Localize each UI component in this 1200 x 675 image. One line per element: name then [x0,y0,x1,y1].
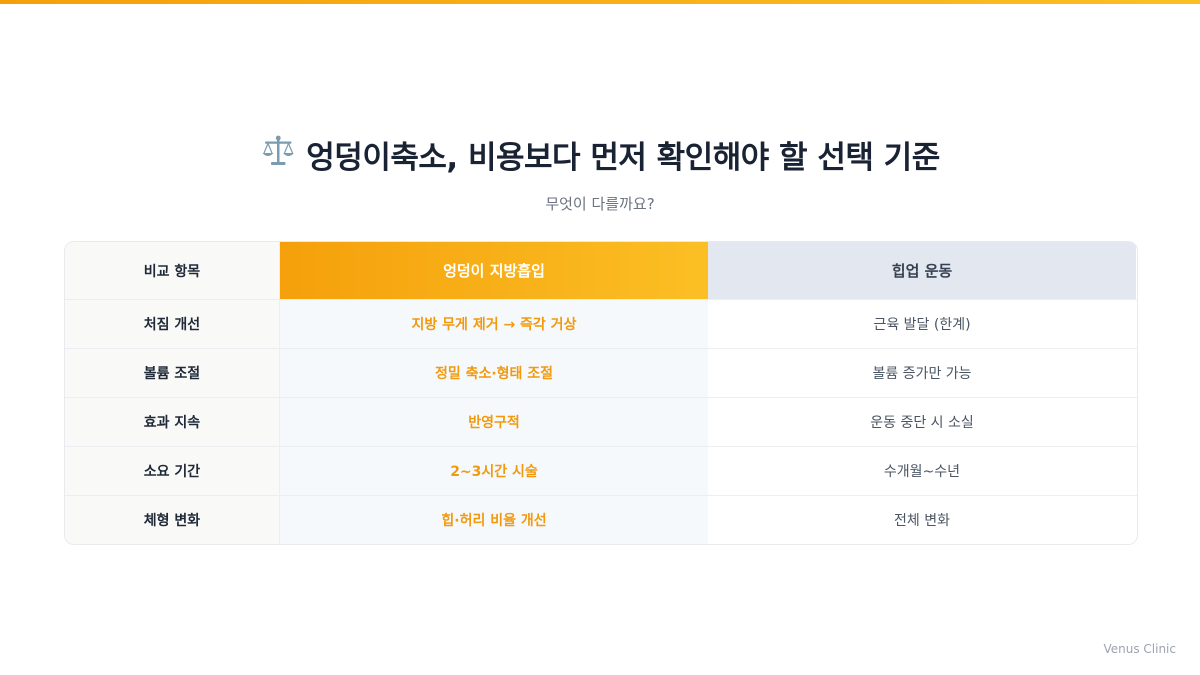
table-row: 체형 변화 힙·허리 비율 개선 전체 변화 [65,495,1137,544]
table-body: 처짐 개선 지방 무게 제거 → 즉각 거상 근육 발달 (한계) 볼륨 조절 … [65,299,1137,544]
row-liposuction-value: 지방 무게 제거 → 즉각 거상 [280,300,708,348]
row-criteria: 효과 지속 [65,398,280,446]
table-row: 처짐 개선 지방 무게 제거 → 즉각 거상 근육 발달 (한계) [65,299,1137,348]
row-liposuction-value: 반영구적 [280,398,708,446]
row-criteria: 소요 기간 [65,447,280,495]
table-row: 소요 기간 2~3시간 시술 수개월~수년 [65,446,1137,495]
table-row: 볼륨 조절 정밀 축소·형태 조절 볼륨 증가만 가능 [65,348,1137,397]
row-exercise-value: 전체 변화 [708,496,1136,544]
row-exercise-value: 운동 중단 시 소실 [708,398,1136,446]
row-exercise-value: 수개월~수년 [708,447,1136,495]
table-row: 효과 지속 반영구적 운동 중단 시 소실 [65,397,1137,446]
page-title: 엉덩이축소, 비용보다 먼저 확인해야 할 선택 기준 [260,132,940,177]
header-criteria: 비교 항목 [65,242,280,299]
subtitle: 무엇이 다를까요? [545,195,655,213]
brand-label: Venus Clinic [1103,642,1176,656]
header-hipup-exercise: 힙업 운동 [708,242,1136,299]
header: 엉덩이축소, 비용보다 먼저 확인해야 할 선택 기준 무엇이 다를까요? [0,132,1200,214]
table-header-row: 비교 항목 엉덩이 지방흡입 힙업 운동 [65,242,1137,299]
row-criteria: 체형 변화 [65,496,280,544]
row-exercise-value: 근육 발달 (한계) [708,300,1136,348]
row-liposuction-value: 2~3시간 시술 [280,447,708,495]
row-criteria: 처짐 개선 [65,300,280,348]
top-accent-bar [0,0,1200,4]
row-criteria: 볼륨 조절 [65,349,280,397]
header-liposuction: 엉덩이 지방흡입 [280,242,708,299]
balance-scale-icon [260,133,296,177]
row-exercise-value: 볼륨 증가만 가능 [708,349,1136,397]
row-liposuction-value: 힙·허리 비율 개선 [280,496,708,544]
row-liposuction-value: 정밀 축소·형태 조절 [280,349,708,397]
comparison-table: 비교 항목 엉덩이 지방흡입 힙업 운동 처짐 개선 지방 무게 제거 → 즉각… [64,241,1138,545]
title-text: 엉덩이축소, 비용보다 먼저 확인해야 할 선택 기준 [306,140,940,176]
